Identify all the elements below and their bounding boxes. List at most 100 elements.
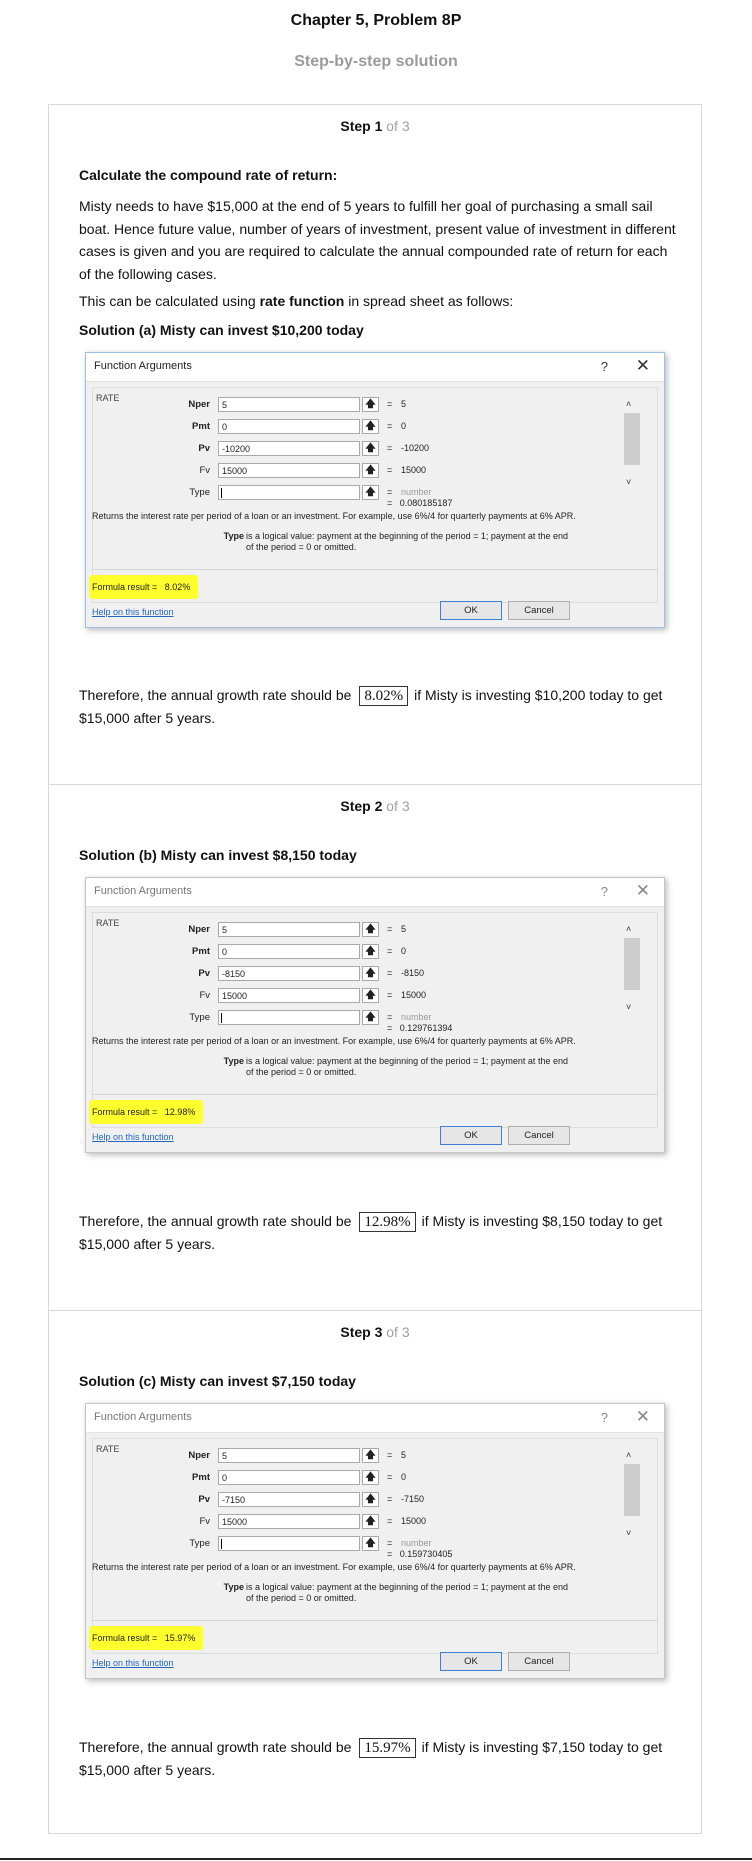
dialog-titlebar[interactable]: Function Arguments? ✕ xyxy=(86,878,664,907)
argument-row: Pv -7150 🡅 = -7150 xyxy=(86,1492,666,1509)
collapse-dialog-arrow-icon[interactable]: 🡅 xyxy=(362,1536,379,1551)
collapse-dialog-arrow-icon[interactable]: 🡅 xyxy=(362,485,379,500)
collapse-dialog-arrow-icon[interactable]: 🡅 xyxy=(362,988,379,1003)
argument-evaluated-value: -7150 xyxy=(401,1494,425,1504)
close-icon[interactable]: ✕ xyxy=(636,881,650,901)
equals-sign: = xyxy=(387,1450,393,1460)
dialog-titlebar[interactable]: Function Arguments? ✕ xyxy=(86,353,664,382)
cancel-button[interactable]: Cancel xyxy=(508,601,570,620)
argument-evaluated-value: 5 xyxy=(401,924,407,934)
argument-input[interactable]: 0 xyxy=(218,419,360,434)
function-description: Returns the interest rate per period of … xyxy=(92,1036,576,1046)
ok-button[interactable]: OK xyxy=(440,601,502,620)
argument-evaluated-value: number xyxy=(401,1538,432,1548)
argument-label: Nper xyxy=(188,1450,210,1461)
chevron-up-icon[interactable]: ˄ xyxy=(626,399,631,409)
arguments-scrollbar[interactable]: ˄ ˅ xyxy=(622,397,640,487)
argument-input[interactable]: 5 xyxy=(218,397,360,412)
help-on-function-link[interactable]: Help on this function xyxy=(92,1658,174,1668)
equals-sign: = xyxy=(387,487,393,497)
close-icon[interactable]: ✕ xyxy=(636,1407,650,1427)
solution-title: Solution (c) Misty can invest $7,150 tod… xyxy=(79,1373,356,1389)
argument-description: Type is a logical value: payment at the b… xyxy=(224,1582,576,1604)
argument-input[interactable]: 15000 xyxy=(218,463,360,478)
step-heading: Step 2 of 3 xyxy=(340,798,410,814)
method-text: This can be calculated using rate functi… xyxy=(79,293,514,309)
equals-sign: = xyxy=(387,421,393,431)
collapse-dialog-arrow-icon[interactable]: 🡅 xyxy=(362,944,379,959)
conclusion-text: Therefore, the annual growth rate should… xyxy=(79,1212,663,1252)
help-icon[interactable]: ? xyxy=(601,359,608,374)
argument-label: Pmt xyxy=(192,1472,210,1483)
argument-input[interactable] xyxy=(218,1010,360,1025)
chevron-up-icon[interactable]: ˄ xyxy=(626,1450,631,1460)
dialog-titlebar[interactable]: Function Arguments? ✕ xyxy=(86,1404,664,1433)
collapse-dialog-arrow-icon[interactable]: 🡅 xyxy=(362,1470,379,1485)
scrollbar-thumb[interactable] xyxy=(624,1464,640,1516)
argument-evaluated-value: 0 xyxy=(401,421,407,431)
argument-input[interactable]: -10200 xyxy=(218,441,360,456)
scrollbar-thumb[interactable] xyxy=(624,938,640,990)
chevron-down-icon[interactable]: ˅ xyxy=(626,477,631,487)
argument-label: Pmt xyxy=(192,946,210,957)
argument-evaluated-value: 15000 xyxy=(401,465,427,475)
arguments-scrollbar[interactable]: ˄ ˅ xyxy=(622,1448,640,1538)
chevron-down-icon[interactable]: ˅ xyxy=(626,1002,631,1012)
argument-label: Fv xyxy=(199,990,210,1001)
argument-description-name: Type xyxy=(223,1056,244,1066)
answer-box: 12.98% xyxy=(359,1212,416,1232)
conclusion-text: Therefore, the annual growth rate should… xyxy=(79,686,663,726)
help-on-function-link[interactable]: Help on this function xyxy=(92,1132,174,1142)
argument-input[interactable]: 0 xyxy=(218,944,360,959)
argument-row: Fv 15000 🡅 = 15000 xyxy=(86,463,666,480)
help-icon[interactable]: ? xyxy=(601,884,608,899)
scrollbar-thumb[interactable] xyxy=(624,413,640,465)
arguments-scrollbar[interactable]: ˄ ˅ xyxy=(622,922,640,1012)
function-description: Returns the interest rate per period of … xyxy=(92,1562,576,1572)
cancel-button[interactable]: Cancel xyxy=(508,1652,570,1671)
chevron-up-icon[interactable]: ˄ xyxy=(626,924,631,934)
argument-input[interactable]: 15000 xyxy=(218,1514,360,1529)
argument-input[interactable]: 5 xyxy=(218,922,360,937)
collapse-dialog-arrow-icon[interactable]: 🡅 xyxy=(362,1492,379,1507)
help-icon[interactable]: ? xyxy=(601,1410,608,1425)
dialog-title: Function Arguments xyxy=(94,885,192,897)
function-result-value: = 0.159730405 xyxy=(387,1549,453,1559)
ok-button[interactable]: OK xyxy=(440,1652,502,1671)
argument-row: Pv -8150 🡅 = -8150 xyxy=(86,966,666,983)
close-icon[interactable]: ✕ xyxy=(636,356,650,376)
collapse-dialog-arrow-icon[interactable]: 🡅 xyxy=(362,397,379,412)
argument-evaluated-value: -10200 xyxy=(401,443,430,453)
equals-sign: = xyxy=(387,1538,393,1548)
collapse-dialog-arrow-icon[interactable]: 🡅 xyxy=(362,441,379,456)
argument-description-name: Type xyxy=(223,531,244,541)
help-on-function-link[interactable]: Help on this function xyxy=(92,607,174,617)
collapse-dialog-arrow-icon[interactable]: 🡅 xyxy=(362,1010,379,1025)
argument-row: Pmt 0 🡅 = 0 xyxy=(86,944,666,961)
collapse-dialog-arrow-icon[interactable]: 🡅 xyxy=(362,966,379,981)
argument-input[interactable]: 5 xyxy=(218,1448,360,1463)
collapse-dialog-arrow-icon[interactable]: 🡅 xyxy=(362,1514,379,1529)
argument-input[interactable]: 15000 xyxy=(218,988,360,1003)
collapse-dialog-arrow-icon[interactable]: 🡅 xyxy=(362,922,379,937)
ok-button[interactable]: OK xyxy=(440,1126,502,1145)
collapse-dialog-arrow-icon[interactable]: 🡅 xyxy=(362,463,379,478)
argument-input[interactable]: -8150 xyxy=(218,966,360,981)
collapse-dialog-arrow-icon[interactable]: 🡅 xyxy=(362,1448,379,1463)
argument-input[interactable] xyxy=(218,1536,360,1551)
dialog-divider xyxy=(92,1620,658,1621)
equals-sign: = xyxy=(387,1012,393,1022)
chevron-down-icon[interactable]: ˅ xyxy=(626,1528,631,1538)
argument-input[interactable] xyxy=(218,485,360,500)
argument-label: Type xyxy=(189,487,210,498)
function-result-value: = 0.080185187 xyxy=(387,498,453,508)
argument-label: Nper xyxy=(188,399,210,410)
collapse-dialog-arrow-icon[interactable]: 🡅 xyxy=(362,419,379,434)
answer-box: 8.02% xyxy=(359,686,409,706)
cancel-button[interactable]: Cancel xyxy=(508,1126,570,1145)
intro-paragraph: Misty needs to have $15,000 at the end o… xyxy=(79,198,676,282)
step-2: Step 2 of 3 Solution (b) Misty can inves… xyxy=(48,784,702,1310)
argument-input[interactable]: -7150 xyxy=(218,1492,360,1507)
argument-input[interactable]: 0 xyxy=(218,1470,360,1485)
argument-evaluated-value: 5 xyxy=(401,399,407,409)
